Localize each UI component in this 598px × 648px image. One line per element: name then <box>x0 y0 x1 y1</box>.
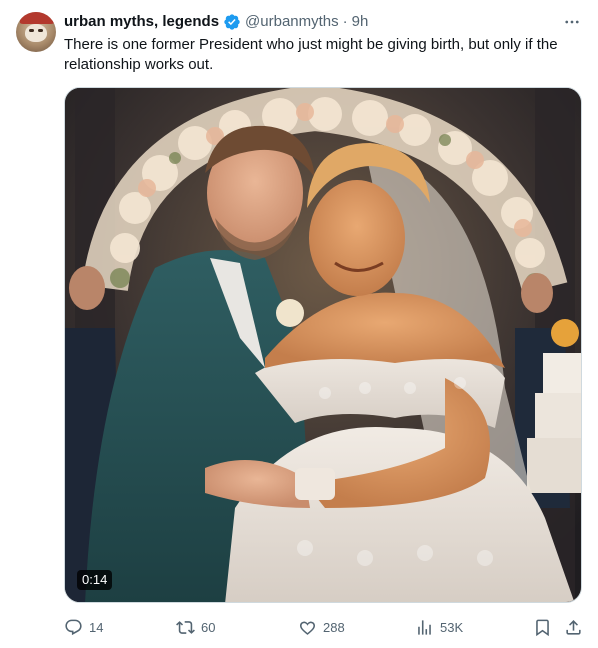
video-duration: 0:14 <box>77 570 113 590</box>
views-chart-icon <box>418 619 431 635</box>
avatar[interactable] <box>16 12 56 52</box>
tweet-header: urban myths, legends @urbanmyths · 9h <box>64 12 582 32</box>
timestamp[interactable]: 9h <box>352 12 369 32</box>
reply-icon <box>65 619 82 635</box>
repost-button[interactable]: 60 <box>176 616 215 638</box>
more-options-icon[interactable] <box>562 12 582 32</box>
repost-count: 60 <box>201 619 216 635</box>
action-bar: 14 60 288 53K <box>64 616 582 638</box>
share-button[interactable] <box>564 616 583 638</box>
bookmark-button[interactable] <box>533 616 552 638</box>
views-count: 53K <box>440 619 464 635</box>
bookmark-icon <box>536 619 549 636</box>
author-name[interactable]: urban myths, legends <box>64 12 219 32</box>
avatar-eye <box>38 29 43 32</box>
author-handle[interactable]: @urbanmyths <box>245 12 339 32</box>
video-thumbnail <box>65 88 581 602</box>
reply-button[interactable]: 14 <box>64 616 103 638</box>
tweet-text: There is one former President who just m… <box>64 36 558 73</box>
heart-icon <box>299 621 316 635</box>
video-media[interactable]: 0:14 <box>64 87 582 603</box>
avatar-eye <box>29 29 34 32</box>
like-count: 288 <box>323 619 345 635</box>
tweet: urban myths, legends @urbanmyths · 9h Th… <box>0 0 598 648</box>
separator-dot: · <box>342 13 348 30</box>
avatar-hat <box>20 12 54 24</box>
views-button[interactable]: 53K <box>415 616 463 638</box>
repost-icon <box>176 620 195 634</box>
like-button[interactable]: 288 <box>298 616 345 638</box>
reply-count: 14 <box>89 619 104 635</box>
verified-badge-icon <box>224 14 240 30</box>
avatar-face <box>25 24 47 42</box>
share-icon <box>566 619 581 635</box>
